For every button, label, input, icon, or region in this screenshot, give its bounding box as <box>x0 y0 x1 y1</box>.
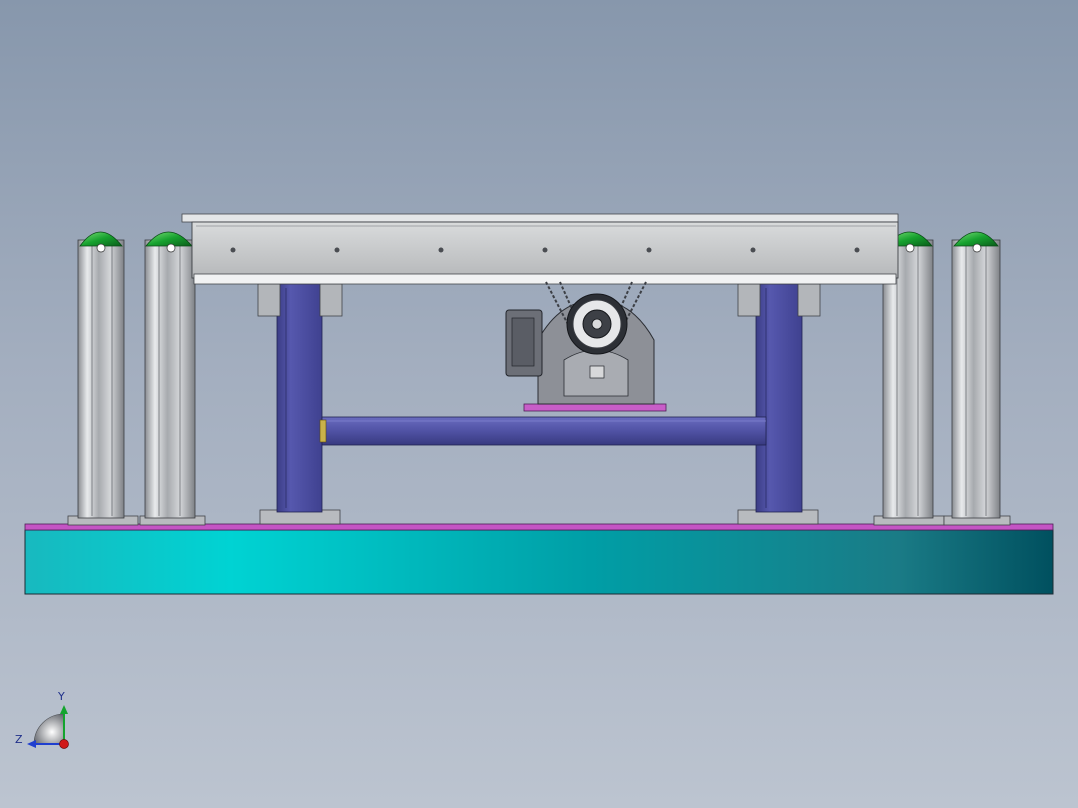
origin-point <box>59 739 69 749</box>
frame-leg-left[interactable] <box>257 283 343 525</box>
z-axis-label: Z <box>15 733 23 746</box>
support-post-4[interactable] <box>943 231 1011 526</box>
frame-cross-beam[interactable] <box>319 416 767 446</box>
frame-leg-right[interactable] <box>737 283 821 525</box>
cad-viewport[interactable]: Y Z <box>0 0 1078 808</box>
conveyor-top-frame[interactable] <box>181 213 899 285</box>
y-axis-label: Y <box>57 690 65 703</box>
base-plate[interactable] <box>24 523 1054 595</box>
drive-motor-gearbox[interactable] <box>505 281 667 412</box>
coordinate-triad: Y Z <box>15 690 69 749</box>
support-post-1[interactable] <box>67 231 139 526</box>
cad-model-drawing: Y Z <box>15 213 1054 749</box>
